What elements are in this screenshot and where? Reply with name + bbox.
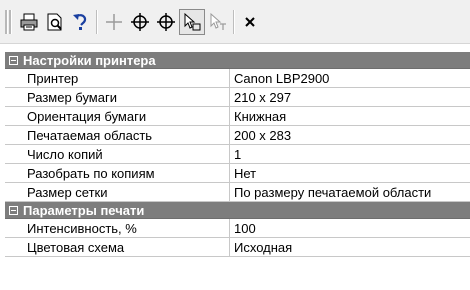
collapse-icon[interactable] — [9, 205, 18, 215]
print-preview-button[interactable] — [42, 9, 68, 35]
property-row[interactable]: Размер сетки По размеру печатаемой облас… — [5, 183, 470, 202]
property-name: Размер сетки — [23, 183, 230, 201]
property-row[interactable]: Интенсивность, % 100 — [5, 219, 470, 238]
undo-icon — [73, 14, 87, 30]
property-row[interactable]: Печатаемая область 200 x 283 — [5, 126, 470, 145]
select-button[interactable] — [179, 9, 205, 35]
property-value[interactable]: Книжная — [230, 107, 470, 125]
target-alt-icon — [157, 13, 175, 31]
category-title: Настройки принтера — [23, 52, 156, 68]
category-printer-settings[interactable]: Настройки принтера — [5, 52, 470, 69]
property-value[interactable]: 200 x 283 — [230, 126, 470, 144]
property-value[interactable]: 210 x 297 — [230, 88, 470, 106]
select-text-arrow-icon — [210, 12, 226, 30]
property-name: Разобрать по копиям — [23, 164, 230, 182]
property-row[interactable]: Ориентация бумаги Книжная — [5, 107, 470, 126]
target-alt-button[interactable] — [153, 9, 179, 35]
print-preview-icon — [47, 13, 62, 31]
property-name: Ориентация бумаги — [23, 107, 230, 125]
toolbar-grip[interactable] — [9, 10, 12, 34]
target-button[interactable] — [127, 9, 153, 35]
property-name: Число копий — [23, 145, 230, 163]
category-print-parameters[interactable]: Параметры печати — [5, 202, 470, 219]
close-icon — [245, 17, 255, 27]
toolbar-separator — [96, 10, 98, 34]
close-button[interactable] — [237, 9, 263, 35]
property-value[interactable]: Canon LBP2900 — [230, 69, 470, 87]
property-value[interactable]: 1 — [230, 145, 470, 163]
toolbar — [0, 0, 470, 44]
property-name: Размер бумаги — [23, 88, 230, 106]
collapse-icon[interactable] — [9, 55, 18, 65]
print-icon — [20, 13, 38, 31]
crosshair-icon — [106, 14, 122, 30]
property-value[interactable]: Нет — [230, 164, 470, 182]
category-title: Параметры печати — [23, 202, 145, 218]
property-name: Интенсивность, % — [23, 219, 230, 237]
property-row[interactable]: Разобрать по копиям Нет — [5, 164, 470, 183]
property-row[interactable]: Число копий 1 — [5, 145, 470, 164]
target-icon — [131, 13, 149, 31]
undo-button[interactable] — [68, 9, 94, 35]
select-arrow-icon — [184, 12, 201, 31]
property-name: Печатаемая область — [23, 126, 230, 144]
toolbar-separator — [233, 10, 235, 34]
print-button[interactable] — [16, 9, 42, 35]
property-value[interactable]: По размеру печатаемой области — [230, 183, 470, 201]
crosshair-button[interactable] — [101, 9, 127, 35]
select-text-button[interactable] — [205, 9, 231, 35]
property-value[interactable]: 100 — [230, 219, 470, 237]
toolbar-grip[interactable] — [5, 10, 8, 34]
property-row[interactable]: Принтер Canon LBP2900 — [5, 69, 470, 88]
property-value[interactable]: Исходная — [230, 238, 470, 256]
property-grid: Настройки принтера Принтер Canon LBP2900… — [0, 44, 470, 290]
property-name: Принтер — [23, 69, 230, 87]
property-name: Цветовая схема — [23, 238, 230, 256]
property-row[interactable]: Размер бумаги 210 x 297 — [5, 88, 470, 107]
property-row[interactable]: Цветовая схема Исходная — [5, 238, 470, 257]
